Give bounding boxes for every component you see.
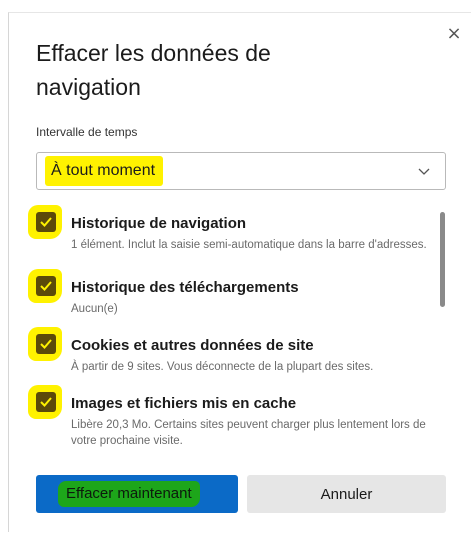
item-description: À partir de 9 sites. Vous déconnecte de … bbox=[71, 361, 374, 373]
item-description: 1 élément. Inclut la saisie semi-automat… bbox=[71, 239, 427, 251]
highlight-mark bbox=[28, 327, 62, 361]
checkbox-download-history[interactable] bbox=[36, 276, 56, 296]
page: × Effacer les données de navigation Inte… bbox=[0, 0, 475, 535]
close-icon[interactable]: × bbox=[444, 24, 464, 44]
checkmark-icon bbox=[40, 217, 52, 227]
cancel-button[interactable]: Annuler bbox=[247, 475, 446, 513]
checkbox-cookies[interactable] bbox=[36, 334, 56, 354]
data-types-list: Historique de navigation 1 élément. Incl… bbox=[28, 205, 448, 450]
checkbox-browsing-history[interactable] bbox=[36, 212, 56, 232]
clear-now-label: Effacer maintenant bbox=[58, 481, 200, 507]
item-title: Cookies et autres données de site bbox=[71, 337, 314, 354]
checkbox-cached-images[interactable] bbox=[36, 392, 56, 412]
scrollbar-thumb[interactable] bbox=[440, 212, 445, 307]
highlight-mark bbox=[28, 205, 62, 239]
checkmark-icon bbox=[40, 397, 52, 407]
dialog-title: Effacer les données de navigation bbox=[36, 40, 271, 100]
highlight-mark bbox=[28, 269, 62, 303]
item-title: Historique des téléchargements bbox=[71, 279, 299, 296]
chevron-down-icon bbox=[418, 168, 430, 175]
time-range-select[interactable]: À tout moment bbox=[36, 152, 446, 190]
item-title: Images et fichiers mis en cache bbox=[71, 395, 297, 412]
item-title: Historique de navigation bbox=[71, 215, 247, 232]
clear-now-button[interactable]: Effacer maintenant bbox=[36, 475, 238, 513]
item-description: Libère 20,3 Mo. Certains sites peuvent c… bbox=[71, 419, 426, 447]
time-range-selected-value: À tout moment bbox=[45, 156, 164, 186]
checkmark-icon bbox=[40, 281, 52, 291]
checkmark-icon bbox=[40, 339, 52, 349]
item-description: Aucun(e) bbox=[71, 303, 118, 315]
time-range-label: Intervalle de temps bbox=[36, 125, 138, 139]
highlight-mark bbox=[28, 385, 62, 419]
